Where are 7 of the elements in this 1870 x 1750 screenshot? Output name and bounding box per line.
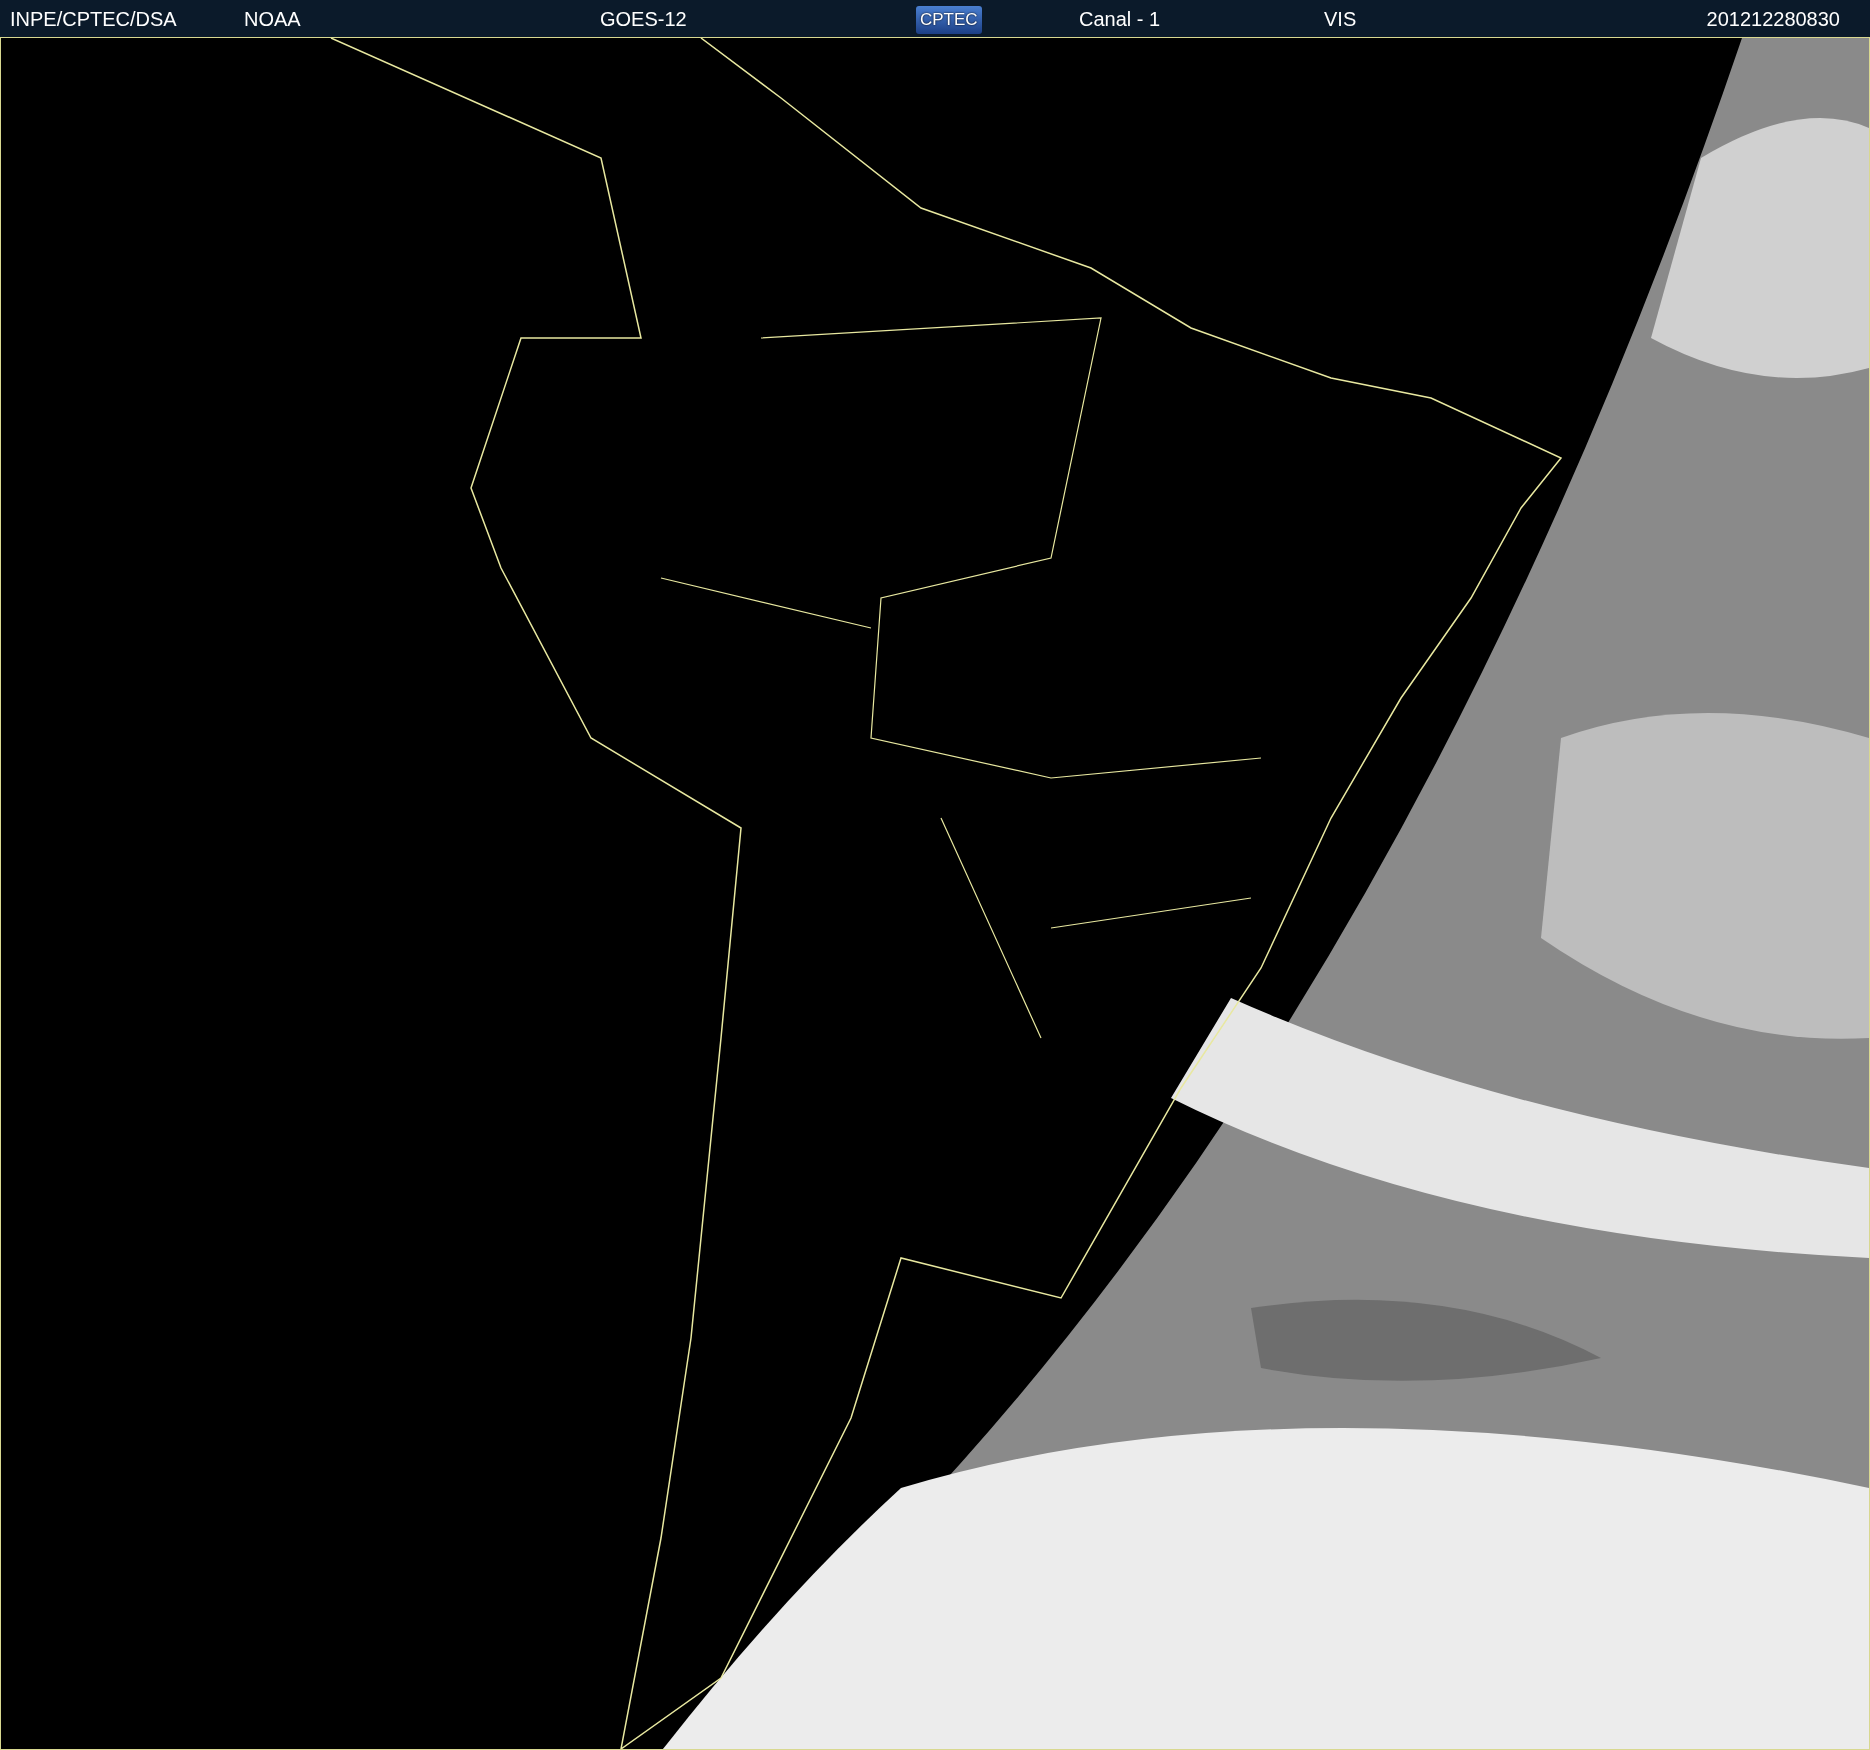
header-label: INPE/CPTEC/DSA xyxy=(10,7,177,30)
header-label: GOES-12 xyxy=(600,7,687,30)
header-label: Canal - 1 xyxy=(1079,7,1161,30)
logo: CPTEC xyxy=(916,5,982,35)
header-label: VIS xyxy=(1324,7,1357,30)
header-label: 201212280830 xyxy=(1706,7,1840,30)
header-label: NOAA xyxy=(244,7,301,30)
